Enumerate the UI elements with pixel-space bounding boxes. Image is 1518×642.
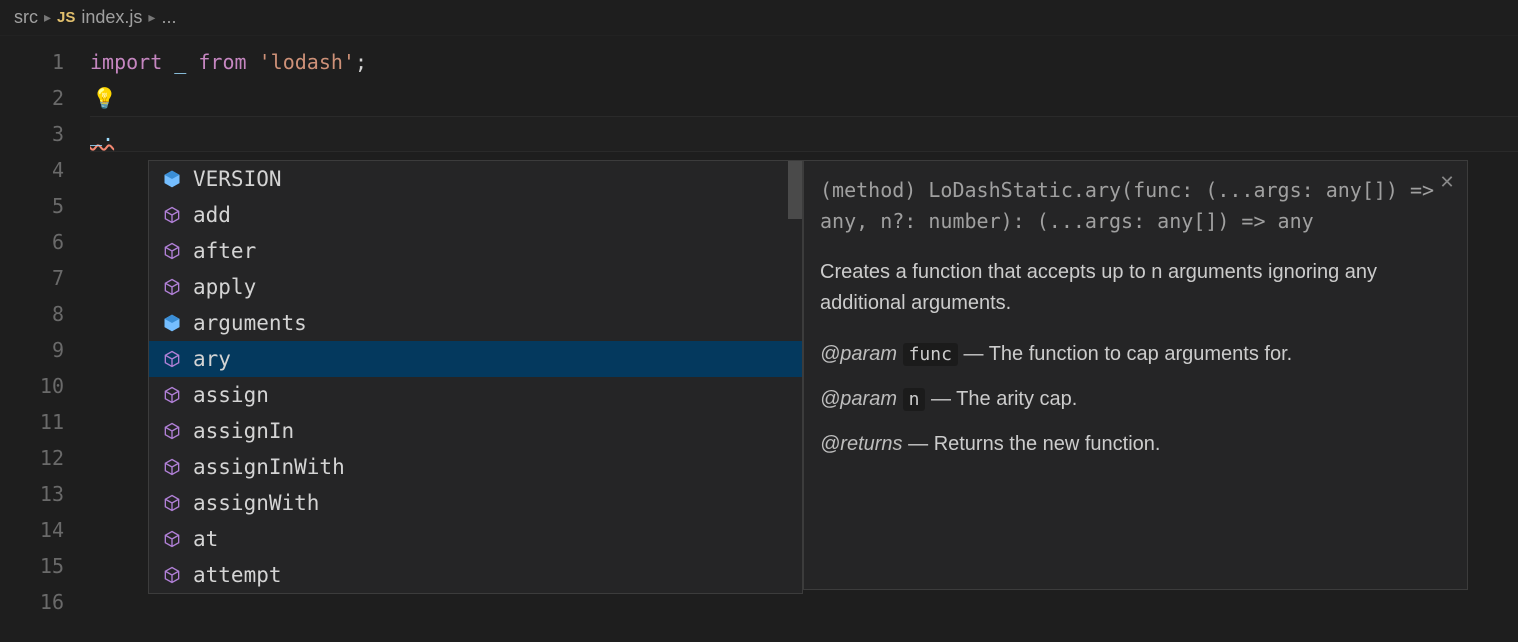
file-type-badge: JS (57, 9, 75, 26)
suggestion-item[interactable]: assign (149, 377, 802, 413)
line-number: 4 (0, 152, 64, 188)
line-number: 1 (0, 44, 64, 80)
method-icon (161, 420, 183, 442)
suggestion-label: assignIn (193, 419, 294, 443)
method-icon (161, 384, 183, 406)
scrollbar-thumb[interactable] (788, 161, 802, 219)
token-keyword: from (198, 50, 246, 74)
suggestion-label: apply (193, 275, 256, 299)
method-icon (161, 528, 183, 550)
method-icon (161, 492, 183, 514)
doc-returns: @returns — Returns the new function. (820, 429, 1451, 460)
line-number: 8 (0, 296, 64, 332)
field-icon (161, 168, 183, 190)
method-icon (161, 276, 183, 298)
line-number: 7 (0, 260, 64, 296)
suggestion-item[interactable]: assignWith (149, 485, 802, 521)
suggestion-item[interactable]: assignInWith (149, 449, 802, 485)
line-number: 2 (0, 80, 64, 116)
line-number: 16 (0, 584, 64, 620)
code-line[interactable]: import _ from 'lodash'; (90, 44, 1518, 80)
suggestion-item[interactable]: assignIn (149, 413, 802, 449)
suggestion-item[interactable]: arguments (149, 305, 802, 341)
line-number: 13 (0, 476, 64, 512)
line-number: 15 (0, 548, 64, 584)
suggestion-list[interactable]: VERSION add after apply arguments ary assign as… (149, 161, 802, 593)
suggestion-label: assignWith (193, 491, 319, 515)
suggestion-label: after (193, 239, 256, 263)
method-icon (161, 240, 183, 262)
doc-returns-desc: Returns the new function. (934, 433, 1161, 455)
suggestion-label: arguments (193, 311, 307, 335)
suggestion-item[interactable]: at (149, 521, 802, 557)
doc-param-tag: @param (820, 388, 897, 410)
lightbulb-icon[interactable]: 💡 (92, 80, 117, 116)
method-icon (161, 564, 183, 586)
breadcrumb-sep-icon: ▸ (148, 9, 155, 26)
suggestion-label: add (193, 203, 231, 227)
suggestion-label: assignInWith (193, 455, 345, 479)
method-icon (161, 456, 183, 478)
line-number: 5 (0, 188, 64, 224)
breadcrumb-folder[interactable]: src (14, 7, 38, 28)
line-number: 6 (0, 224, 64, 260)
code-line[interactable] (90, 80, 1518, 116)
suggestion-item[interactable]: apply (149, 269, 802, 305)
suggestion-details: ✕ (method) LoDashStatic.ary(func: (...ar… (803, 160, 1468, 590)
doc-param: @param n — The arity cap. (820, 384, 1451, 415)
suggestion-widget: VERSION add after apply arguments ary assign as… (148, 160, 803, 594)
suggestion-label: VERSION (193, 167, 282, 191)
token-punct: ; (355, 50, 367, 74)
doc-param-tag: @param (820, 343, 897, 365)
line-number: 14 (0, 512, 64, 548)
close-icon[interactable]: ✕ (1437, 169, 1457, 189)
breadcrumb-trailing[interactable]: ... (161, 7, 176, 28)
token-string: 'lodash' (259, 50, 355, 74)
suggestion-item[interactable]: VERSION (149, 161, 802, 197)
suggestion-item[interactable]: attempt (149, 557, 802, 593)
line-number: 3 (0, 116, 64, 152)
current-line-highlight (90, 116, 1518, 152)
suggestion-label: at (193, 527, 218, 551)
line-number: 10 (0, 368, 64, 404)
suggestion-item[interactable]: ary (149, 341, 802, 377)
breadcrumb: src ▸ JS index.js ▸ ... (0, 0, 1518, 36)
doc-returns-tag: @returns (820, 433, 903, 455)
doc-description: Creates a function that accepts up to n … (820, 257, 1451, 319)
suggestion-item[interactable]: after (149, 233, 802, 269)
line-number: 9 (0, 332, 64, 368)
line-number: 11 (0, 404, 64, 440)
suggestion-item[interactable]: add (149, 197, 802, 233)
gutter: 12345678910111213141516 (0, 36, 90, 642)
doc-param-name: n (903, 388, 926, 411)
suggestion-label: ary (193, 347, 231, 371)
method-icon (161, 348, 183, 370)
suggestion-label: assign (193, 383, 269, 407)
token-variable: _ (174, 50, 186, 74)
doc-param-desc: The arity cap. (956, 388, 1077, 410)
token-keyword: import (90, 50, 162, 74)
breadcrumb-filename[interactable]: index.js (81, 7, 142, 28)
suggestion-label: attempt (193, 563, 282, 587)
line-number: 12 (0, 440, 64, 476)
doc-param: @param func — The function to cap argume… (820, 339, 1451, 370)
doc-signature: (method) LoDashStatic.ary(func: (...args… (820, 175, 1451, 237)
method-icon (161, 204, 183, 226)
breadcrumb-sep-icon: ▸ (44, 9, 51, 26)
doc-param-desc: The function to cap arguments for. (989, 343, 1293, 365)
field-icon (161, 312, 183, 334)
doc-param-name: func (903, 343, 958, 366)
